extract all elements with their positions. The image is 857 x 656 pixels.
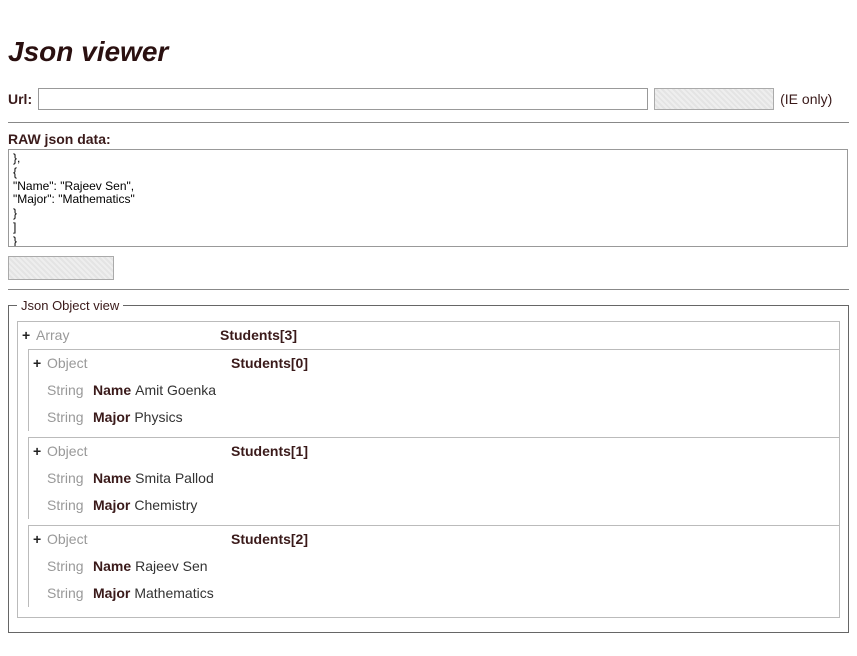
parse-button[interactable] <box>8 256 114 280</box>
divider-1 <box>8 122 849 123</box>
expand-icon[interactable]: + <box>33 529 47 550</box>
raw-json-label: RAW json data: <box>8 131 849 147</box>
type-label: Array <box>36 325 90 346</box>
url-input[interactable] <box>38 88 648 110</box>
prop-row: String Major Mathematics <box>29 580 839 607</box>
raw-json-textarea[interactable] <box>8 149 848 247</box>
url-label: Url: <box>8 91 32 107</box>
ie-only-label: (IE only) <box>780 91 832 107</box>
tree-item-1-header[interactable]: + Object Students[1] <box>29 438 839 465</box>
node-label: Students[3] <box>220 325 297 346</box>
prop-key: Name <box>93 380 131 401</box>
tree-root-children: + Object Students[0] String Name Amit Go… <box>18 349 839 617</box>
prop-key: Major <box>93 583 130 604</box>
type-label: String <box>47 468 93 489</box>
type-label: String <box>47 495 93 516</box>
prop-row: String Name Amit Goenka <box>29 377 839 404</box>
prop-value: Physics <box>130 407 182 428</box>
prop-row: String Name Smita Pallod <box>29 465 839 492</box>
node-label: Students[1] <box>231 441 308 462</box>
type-label: String <box>47 556 93 577</box>
expand-icon[interactable]: + <box>33 353 47 374</box>
tree-item-0-header[interactable]: + Object Students[0] <box>29 350 839 377</box>
prop-row: String Major Physics <box>29 404 839 431</box>
tree-item-2-header[interactable]: + Object Students[2] <box>29 526 839 553</box>
prop-value: Mathematics <box>130 583 213 604</box>
prop-value: Chemistry <box>130 495 197 516</box>
tree-root: + Array Students[3] + Object Students[0]… <box>17 321 840 618</box>
type-label: String <box>47 583 93 604</box>
json-object-view: Json Object view + Array Students[3] + O… <box>8 298 849 633</box>
prop-key: Name <box>93 556 131 577</box>
url-row: Url: (IE only) <box>8 88 849 110</box>
prop-key: Major <box>93 407 130 428</box>
expand-icon[interactable]: + <box>33 441 47 462</box>
tree-item-1: + Object Students[1] String Name Smita P… <box>28 437 839 519</box>
tree-root-header[interactable]: + Array Students[3] <box>18 322 839 349</box>
prop-key: Name <box>93 468 131 489</box>
prop-row: String Major Chemistry <box>29 492 839 519</box>
type-label: String <box>47 380 93 401</box>
prop-value: Smita Pallod <box>131 468 214 489</box>
expand-icon[interactable]: + <box>22 325 36 346</box>
node-label: Students[0] <box>231 353 308 374</box>
node-label: Students[2] <box>231 529 308 550</box>
type-label: Object <box>47 353 101 374</box>
prop-key: Major <box>93 495 130 516</box>
type-label: Object <box>47 441 101 462</box>
divider-2 <box>8 289 849 290</box>
tree-item-0: + Object Students[0] String Name Amit Go… <box>28 349 839 431</box>
page-title: Json viewer <box>8 36 849 68</box>
objview-legend: Json Object view <box>17 298 123 313</box>
type-label: String <box>47 407 93 428</box>
fetch-button[interactable] <box>654 88 774 110</box>
prop-row: String Name Rajeev Sen <box>29 553 839 580</box>
prop-value: Rajeev Sen <box>131 556 207 577</box>
type-label: Object <box>47 529 101 550</box>
prop-value: Amit Goenka <box>131 380 216 401</box>
tree-item-2: + Object Students[2] String Name Rajeev … <box>28 525 839 607</box>
